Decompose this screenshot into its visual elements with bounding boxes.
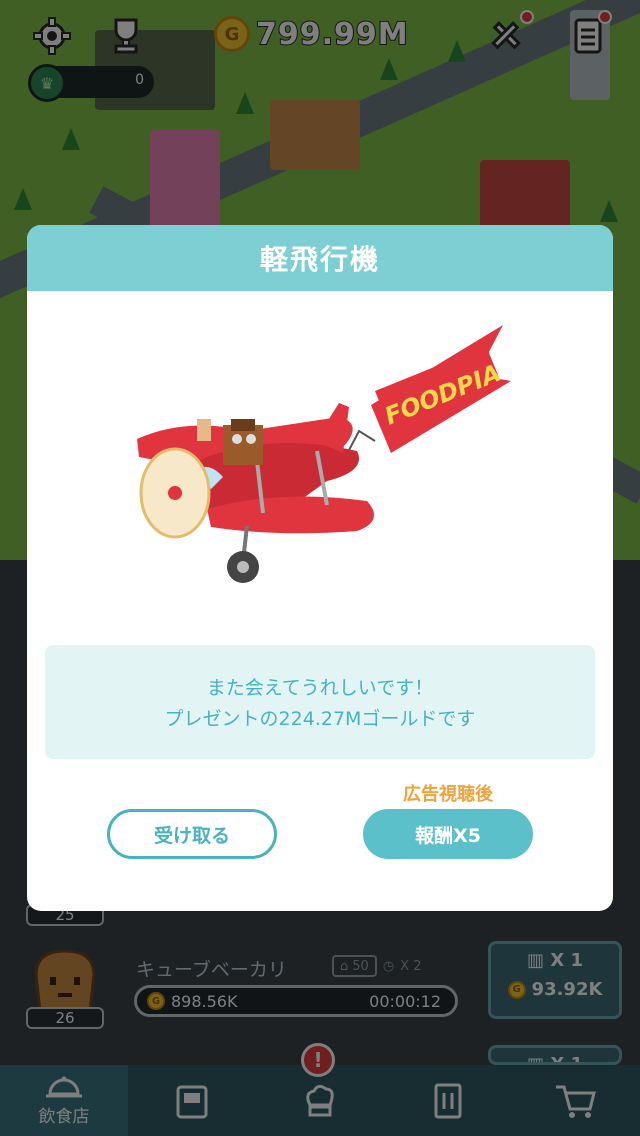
ad-note-label: 広告視聴後: [403, 784, 493, 805]
dialog-header: 軽飛行機: [27, 225, 613, 291]
message-line-1: また会えてうれしいです！: [206, 677, 434, 699]
plane-reward-dialog: 軽飛行機 FOODPIA また会えてうれしいです！ プレゼントの224.27Mゴ…: [27, 225, 613, 911]
biplane-illustration: FOODPIA: [137, 325, 511, 583]
reward-x5-button[interactable]: 報酬X5: [363, 809, 533, 859]
reward-message-box: また会えてうれしいです！ プレゼントの224.27Mゴールドです: [45, 645, 595, 759]
message-line-2: プレゼントの224.27Mゴールドです: [164, 708, 476, 730]
dialog-title: 軽飛行機: [259, 243, 380, 276]
receive-button[interactable]: 受け取る: [107, 809, 277, 859]
